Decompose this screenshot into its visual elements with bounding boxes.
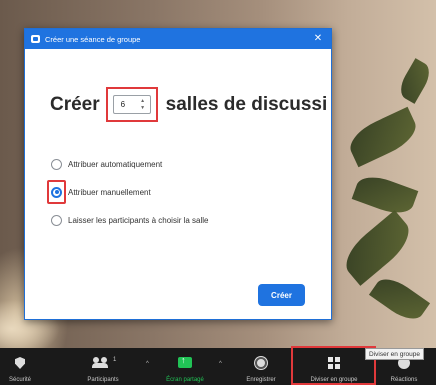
share-caret-icon[interactable]: ^ [219,361,222,367]
breakout-tooltip: Diviser en groupe [365,348,424,360]
close-icon[interactable]: ✕ [311,29,325,49]
room-count-stepper[interactable]: 6 ▲ ▼ [112,95,151,114]
security-button[interactable]: Sécurité [6,348,34,385]
dialog-titlebar: Créer une séance de groupe ✕ [25,29,331,49]
reactions-label: Réactions [390,377,418,383]
record-button[interactable]: Enregistrer [236,348,286,385]
participants-label: Participants [87,377,119,383]
participants-count: 1 [113,357,117,363]
option-manual[interactable]: Attribuer manuellement [47,180,209,204]
stepper-down-icon[interactable]: ▼ [140,105,145,111]
radio-self-select[interactable] [51,214,62,226]
plant-leaf [351,170,419,220]
room-count-value: 6 [120,100,126,109]
shield-icon [15,357,25,369]
dialog-heading: Créer 6 ▲ ▼ salles de discussi [50,87,327,122]
stepper-up-icon[interactable]: ▲ [140,98,145,104]
record-label: Enregistrer [246,377,276,383]
breakout-dialog: Créer une séance de groupe ✕ Créer 6 ▲ ▼… [24,28,332,320]
participants-button[interactable]: 1 Participants [80,348,126,385]
option-auto-label: Attribuer automatiquement [68,159,163,169]
plant-leaf [337,210,418,286]
share-screen-button[interactable]: Écran partagé [161,348,209,385]
zoom-app-icon [31,35,40,43]
option-self-select-label: Laisser les participants à choisir la sa… [68,215,209,225]
plant-leaf [395,58,435,104]
record-icon [255,357,267,369]
security-label: Sécurité [8,377,31,383]
share-screen-label: Écran partagé [166,377,204,383]
dialog-title: Créer une séance de groupe [45,34,141,44]
create-button[interactable]: Créer [258,284,305,306]
option-auto[interactable]: Attribuer automatiquement [51,157,209,171]
breakout-highlight [291,346,376,385]
heading-prefix: Créer [50,93,100,115]
assignment-options: Attribuer automatiquement Attribuer manu… [47,157,209,241]
option-manual-label: Attribuer manuellement [68,187,151,197]
radio-auto[interactable] [51,158,62,170]
share-screen-icon [178,355,192,368]
radio-manual[interactable] [51,186,62,198]
option-self-select[interactable]: Laisser les participants à choisir la sa… [51,213,209,227]
room-count-highlight: 6 ▲ ▼ [105,87,158,122]
plant-leaf [368,271,431,327]
plant-leaf [344,106,422,168]
participants-caret-icon[interactable]: ^ [146,361,149,367]
dialog-body: Créer 6 ▲ ▼ salles de discussi Attribuer… [25,49,331,319]
participants-icon [92,357,110,368]
heading-suffix: salles de discussi [165,93,328,115]
stepper-arrows[interactable]: ▲ ▼ [139,98,147,111]
